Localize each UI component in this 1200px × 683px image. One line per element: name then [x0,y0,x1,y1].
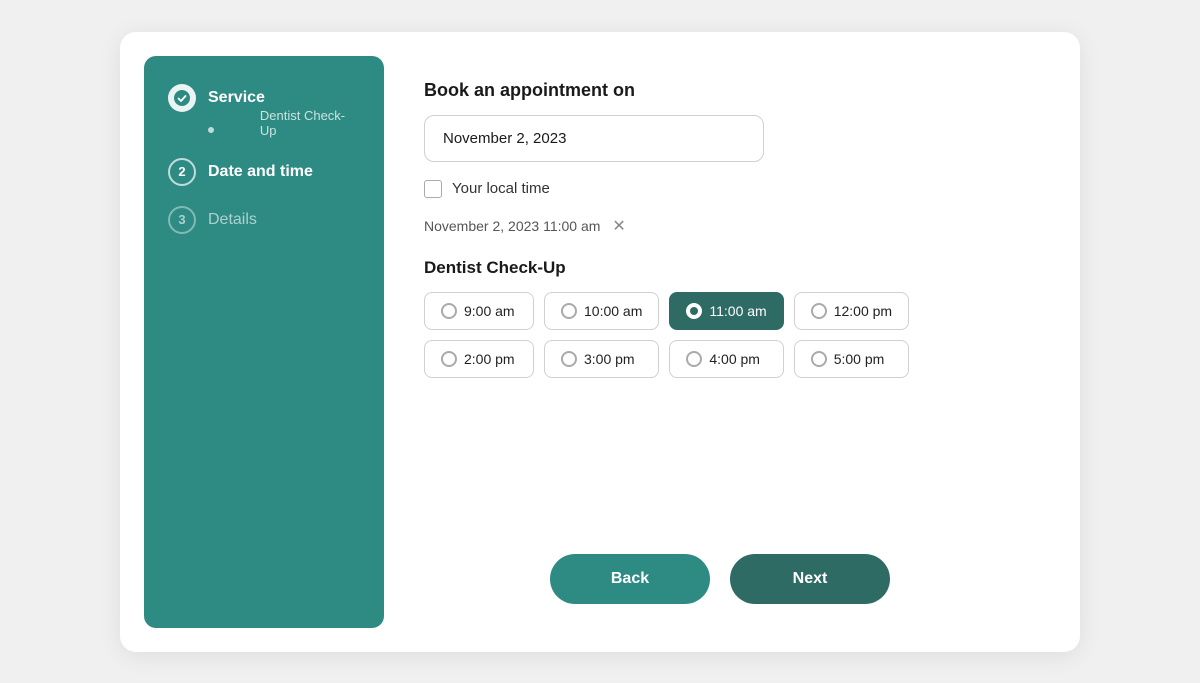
time-slot-3pm[interactable]: 3:00 pm [544,340,659,378]
service-sublabel: Dentist Check-Up [260,108,360,138]
radio-circle-3pm [561,351,577,367]
radio-circle-5pm [811,351,827,367]
date-input[interactable]: November 2, 2023 [424,115,764,162]
time-slot-4pm[interactable]: 4:00 pm [669,340,783,378]
sidebar-label-details: Details [208,211,257,229]
radio-circle-9am [441,303,457,319]
main-content: Book an appointment on November 2, 2023 … [384,56,1056,628]
radio-circle-10am [561,303,577,319]
sidebar-item-date: 2 Date and time [168,158,360,186]
selected-time-row: November 2, 2023 11:00 am ✕ [424,216,1016,236]
radio-circle-2pm [441,351,457,367]
step-icon-date: 2 [168,158,196,186]
radio-circle-4pm [686,351,702,367]
date-value: November 2, 2023 [443,130,566,147]
sidebar: Service Dentist Check-Up 2 Date and time… [144,56,384,628]
time-slot-12pm[interactable]: 12:00 pm [794,292,909,330]
service-name-label: Dentist Check-Up [424,258,1016,278]
radio-circle-12pm [811,303,827,319]
sidebar-label-service: Service [208,89,265,107]
step-icon-details: 3 [168,206,196,234]
footer-buttons: Back Next [424,514,1016,604]
time-label-11am: 11:00 am [709,303,766,319]
time-label-9am: 9:00 am [464,303,515,319]
time-label-10am: 10:00 am [584,303,642,319]
time-slot-11am[interactable]: 11:00 am [669,292,783,330]
time-slot-5pm[interactable]: 5:00 pm [794,340,909,378]
time-label-4pm: 4:00 pm [709,351,760,367]
time-slot-9am[interactable]: 9:00 am [424,292,534,330]
time-label-12pm: 12:00 pm [834,303,892,319]
time-slots-grid: 9:00 am 10:00 am 11:00 am 12:00 pm 2:00 pm 3:… [424,292,909,378]
selected-datetime-text: November 2, 2023 11:00 am [424,218,600,234]
radio-circle-11am [686,303,702,319]
appointment-card: Service Dentist Check-Up 2 Date and time… [120,32,1080,652]
sidebar-label-date: Date and time [208,163,313,181]
time-slot-2pm[interactable]: 2:00 pm [424,340,534,378]
local-time-label: Your local time [452,180,550,197]
step-icon-service [168,84,196,112]
time-slot-10am[interactable]: 10:00 am [544,292,659,330]
local-time-row: Your local time [424,180,1016,198]
time-label-5pm: 5:00 pm [834,351,885,367]
radio-inner-11am [690,307,698,315]
clear-selection-icon[interactable]: ✕ [612,216,625,236]
time-label-2pm: 2:00 pm [464,351,515,367]
service-sublabel-row: Dentist Check-Up [168,122,360,138]
local-time-checkbox[interactable] [424,180,442,198]
sidebar-item-details: 3 Details [168,206,360,234]
book-title: Book an appointment on [424,80,1016,101]
back-button[interactable]: Back [550,554,710,604]
time-label-3pm: 3:00 pm [584,351,635,367]
bullet-icon [208,127,214,133]
next-button[interactable]: Next [730,554,890,604]
